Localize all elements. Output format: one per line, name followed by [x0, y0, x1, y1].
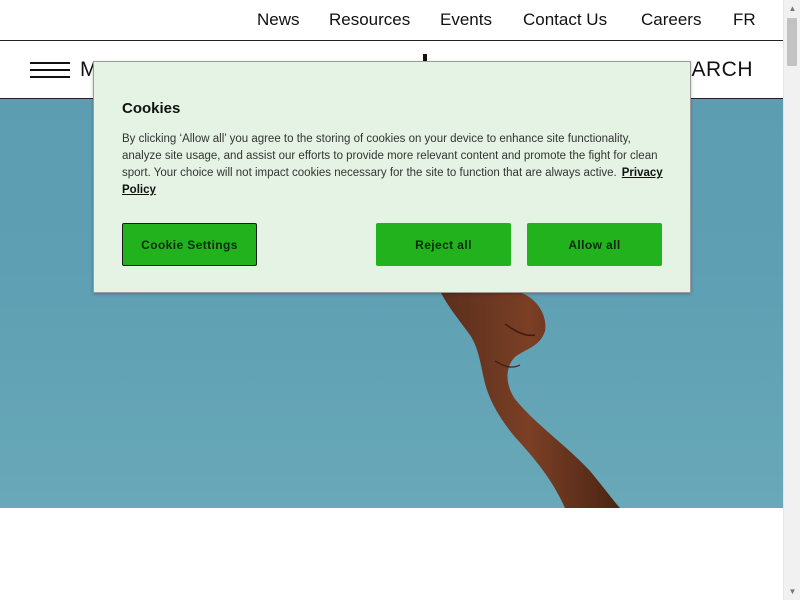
cookie-consent-dialog: Cookies By clicking ‘Allow all’ you agre…: [93, 61, 691, 293]
top-nav-events[interactable]: Events: [440, 10, 492, 30]
cookie-settings-button[interactable]: Cookie Settings: [122, 223, 257, 266]
page-scrollbar[interactable]: ▲ ▼: [783, 0, 800, 600]
language-toggle-fr[interactable]: FR: [733, 10, 756, 30]
cookie-dialog-title: Cookies: [122, 100, 181, 117]
allow-all-button[interactable]: Allow all: [527, 223, 662, 266]
hamburger-icon[interactable]: [30, 62, 70, 78]
scrollbar-thumb[interactable]: [787, 18, 797, 66]
top-nav-careers[interactable]: Careers: [641, 10, 701, 30]
triangle-up-icon[interactable]: ▲: [784, 0, 800, 17]
top-nav-news[interactable]: News: [257, 10, 300, 30]
top-nav: News Resources Events Contact Us Careers…: [0, 0, 783, 41]
cookie-body-text: By clicking ‘Allow all’ you agree to the…: [122, 133, 658, 179]
triangle-down-icon[interactable]: ▼: [784, 583, 800, 600]
top-nav-resources[interactable]: Resources: [329, 10, 410, 30]
reject-all-button[interactable]: Reject all: [376, 223, 511, 266]
cookie-dialog-text: By clicking ‘Allow all’ you agree to the…: [122, 131, 667, 199]
top-nav-contact-us[interactable]: Contact Us: [523, 10, 607, 30]
